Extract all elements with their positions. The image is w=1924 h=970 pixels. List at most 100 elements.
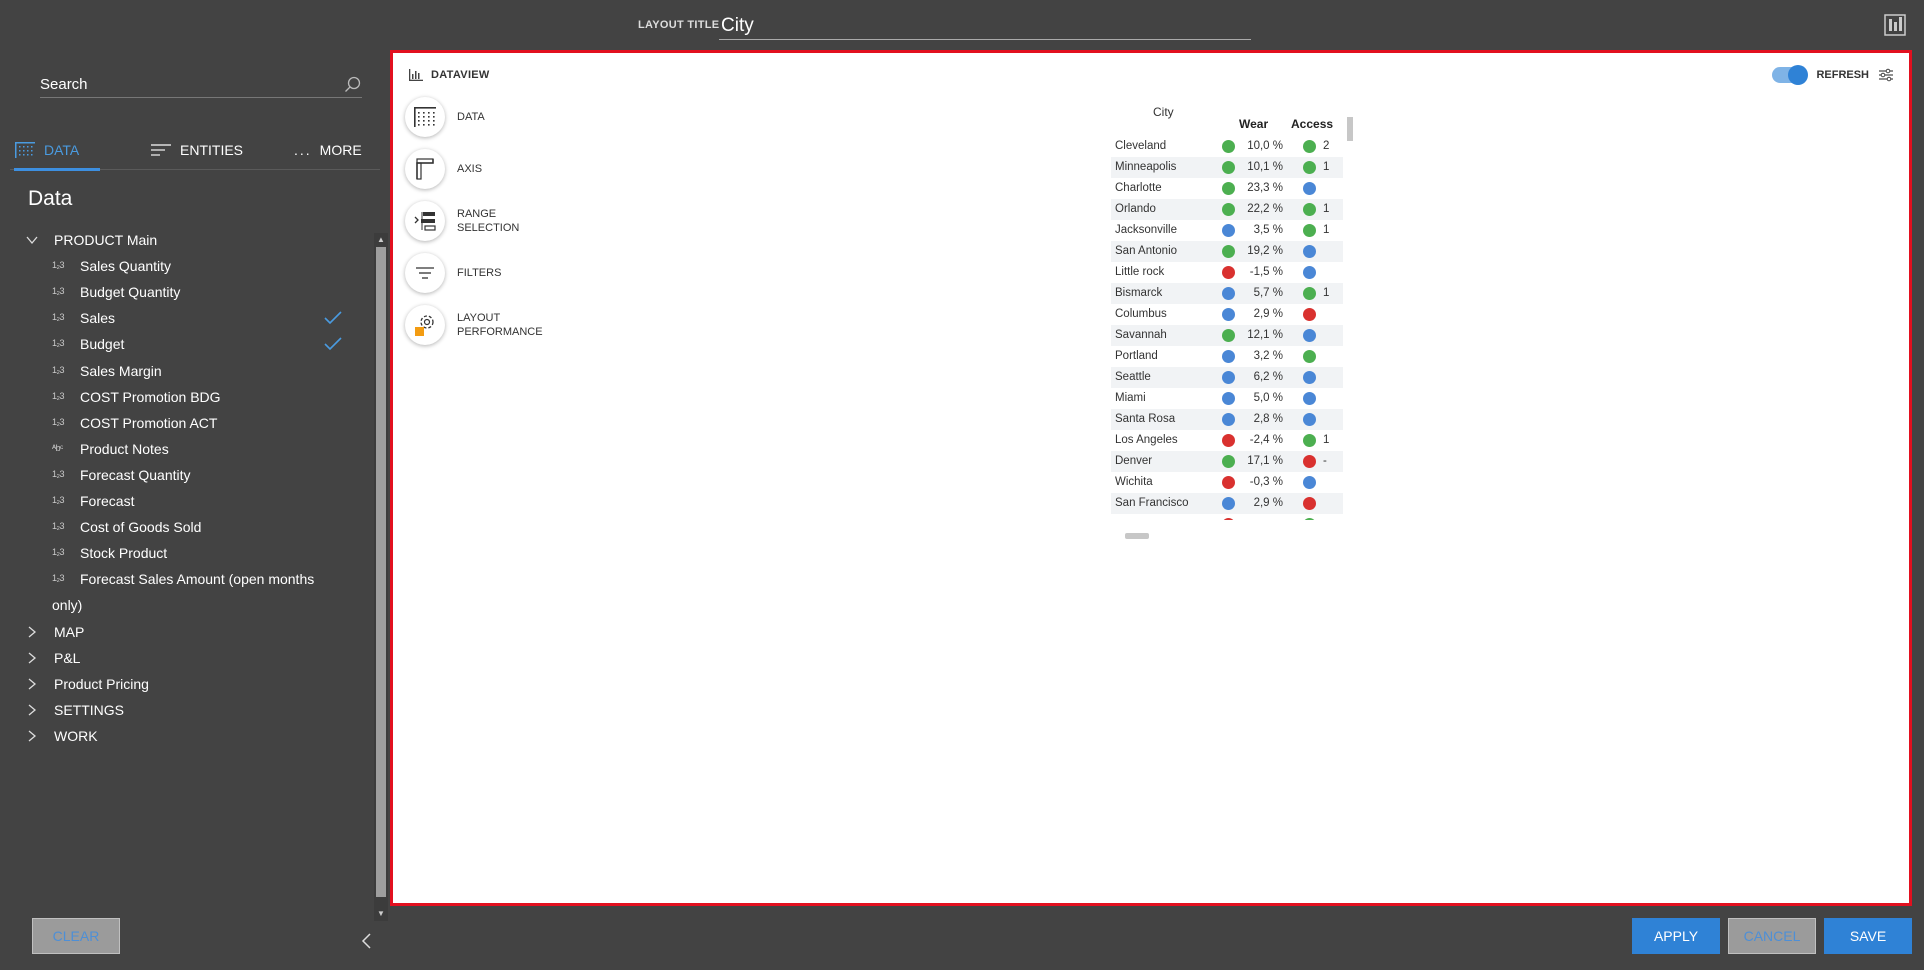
grid-row[interactable]: Minneapolis 10,1 % 1 xyxy=(1111,157,1343,178)
access-status-dot-icon xyxy=(1303,308,1316,321)
grid-row[interactable]: Wichita -0,3 % xyxy=(1111,472,1343,493)
grid-row[interactable]: Seattle 6,2 % xyxy=(1111,367,1343,388)
grid-row[interactable]: Columbus 2,9 % xyxy=(1111,304,1343,325)
menu-axis-button[interactable] xyxy=(405,149,445,189)
layout-performance-icon xyxy=(415,315,434,336)
column-header-wear[interactable]: Wear xyxy=(1239,117,1268,131)
tree-item-label: Sales xyxy=(80,310,116,327)
grid-cell-wear: 5,7 % xyxy=(1253,287,1283,299)
chevron-down-icon xyxy=(26,236,38,245)
save-button[interactable]: SAVE xyxy=(1824,918,1912,954)
layout-panel-icon[interactable] xyxy=(1884,14,1906,36)
grid-cell-city: Savannah xyxy=(1115,329,1167,341)
access-status-dot-icon xyxy=(1303,140,1316,153)
access-status-dot-icon xyxy=(1303,224,1316,237)
tab-more-label: MORE xyxy=(319,142,362,158)
tree-item-label: Budget xyxy=(80,336,125,353)
clear-button[interactable]: CLEAR xyxy=(32,918,120,954)
dataview-panel: DATAVIEW REFRESH DATA AXIS RANGE SELECTI… xyxy=(397,57,1905,899)
layout-canvas: DATAVIEW REFRESH DATA AXIS RANGE SELECTI… xyxy=(390,50,1912,906)
menu-layout-performance-button[interactable] xyxy=(405,305,445,345)
data-grid-icon xyxy=(414,107,436,127)
tree-item-label-wrap: only) xyxy=(52,597,83,614)
grid-row[interactable]: Los Angeles -2,4 % 1 xyxy=(1111,430,1343,451)
menu-filters-button[interactable] xyxy=(405,253,445,293)
tab-more[interactable]: ... MORE xyxy=(294,130,374,170)
filter-icon xyxy=(416,267,434,279)
scroll-up-icon[interactable]: ▲ xyxy=(376,235,386,245)
grid-row[interactable]: Jacksonville 3,5 % 1 xyxy=(1111,220,1343,241)
cancel-button[interactable]: CANCEL xyxy=(1728,918,1816,954)
grid-hscroll-thumb[interactable] xyxy=(1125,533,1149,539)
grid-cell-city: Orlando xyxy=(1115,203,1156,215)
menu-axis[interactable]: AXIS xyxy=(405,149,482,189)
grid-cell-city: Jacksonville xyxy=(1115,224,1177,236)
grid-row[interactable]: Portland 3,2 % xyxy=(1111,346,1343,367)
search-icon[interactable] xyxy=(344,76,362,94)
refresh-toggle[interactable] xyxy=(1772,65,1809,85)
grid-cell-city: Cleveland xyxy=(1115,140,1167,152)
scroll-down-icon[interactable]: ▼ xyxy=(376,909,386,919)
tree-item-label: COST Promotion BDG xyxy=(80,388,221,405)
grid-row[interactable]: Miami 5,0 % xyxy=(1111,388,1343,409)
menu-data-label: DATA xyxy=(457,111,485,123)
menu-filters[interactable]: FILTERS xyxy=(405,253,501,293)
grid-row[interactable]: Orlando 22,2 % 1 xyxy=(1111,199,1343,220)
dataview-header: DATAVIEW xyxy=(409,69,490,81)
grid-row[interactable]: Charlotte 23,3 % xyxy=(1111,178,1343,199)
numeric-type-icon: 1₂3 xyxy=(52,495,65,505)
grid-cell-city: Columbus xyxy=(1115,308,1167,320)
grid-horizontal-scrollbar[interactable] xyxy=(1111,531,1331,541)
column-header-access[interactable]: Access xyxy=(1291,117,1333,131)
grid-cell-city: Charlotte xyxy=(1115,182,1162,194)
grid-cell-wear: 3,2 % xyxy=(1253,350,1283,362)
scrollbar-thumb[interactable] xyxy=(376,247,386,897)
dataview-title: DATAVIEW xyxy=(431,69,490,81)
grid-cell-wear: 2,9 % xyxy=(1253,308,1283,320)
grid-row[interactable]: San Francisco 2,9 % xyxy=(1111,493,1343,514)
apply-button[interactable]: APPLY xyxy=(1632,918,1720,954)
tab-data[interactable]: DATA xyxy=(14,130,100,171)
column-header-city[interactable]: City xyxy=(1153,105,1174,119)
access-status-dot-icon xyxy=(1303,182,1316,195)
grid-row[interactable]: Santa Rosa 2,8 % xyxy=(1111,409,1343,430)
grid-cell-wear: 3,5 % xyxy=(1253,224,1283,236)
grid-cell-access: 1 xyxy=(1323,224,1330,236)
access-status-dot-icon xyxy=(1303,287,1316,300)
menu-data-button[interactable] xyxy=(405,97,445,137)
collapse-sidebar-icon[interactable] xyxy=(357,931,377,951)
menu-range-selection-button[interactable] xyxy=(405,201,445,241)
city-data-grid: City Wear Access Cleveland 10,0 % 2 Minneap… xyxy=(1111,105,1355,543)
grid-row[interactable]: Bismarck 5,7 % 1 xyxy=(1111,283,1343,304)
tree-item-label: Forecast Sales Amount (open months xyxy=(80,571,315,588)
tree-group[interactable]: WORK xyxy=(4,721,369,753)
search-input[interactable] xyxy=(40,72,330,97)
checkmark-icon xyxy=(324,337,342,351)
grid-row[interactable]: Little rock -1,5 % xyxy=(1111,262,1343,283)
grid-row[interactable]: San Antonio 19,2 % xyxy=(1111,241,1343,262)
sidebar: DATA ENTITIES ... MORE Data PRODUCT Main… xyxy=(4,55,389,949)
axis-icon xyxy=(416,158,434,180)
grid-scroll-thumb[interactable] xyxy=(1347,117,1353,141)
grid-cell-access: 1 xyxy=(1323,434,1330,446)
sidebar-scrollbar[interactable]: ▲ ▼ xyxy=(374,233,388,921)
grid-row[interactable]: Denver 17,1 % - xyxy=(1111,451,1343,472)
tree-item-label: Forecast Quantity xyxy=(80,466,191,483)
tab-entities[interactable]: ENTITIES xyxy=(150,130,250,170)
settings-sliders-icon[interactable] xyxy=(1879,68,1893,82)
access-status-dot-icon xyxy=(1303,245,1316,258)
menu-data[interactable]: DATA xyxy=(405,97,485,137)
menu-range-selection[interactable]: RANGE SELECTION xyxy=(405,201,519,241)
grid-cell-city: San Francisco xyxy=(1115,497,1189,509)
ellipsis-icon: ... xyxy=(294,142,312,158)
menu-layout-performance[interactable]: LAYOUT PERFORMANCE xyxy=(405,305,543,345)
grid-vertical-scrollbar[interactable] xyxy=(1345,105,1355,525)
grid-row[interactable]: Cleveland 10,0 % 2 xyxy=(1111,136,1343,157)
chevron-right-icon xyxy=(28,730,37,742)
sidebar-tabs: DATA ENTITIES ... MORE xyxy=(10,130,380,171)
layout-title-input[interactable] xyxy=(719,12,1251,40)
numeric-type-icon: 1₂3 xyxy=(52,286,65,297)
grid-cell-wear: 2,8 % xyxy=(1253,413,1283,425)
chevron-right-icon xyxy=(28,704,37,716)
grid-row[interactable]: Savannah 12,1 % xyxy=(1111,325,1343,346)
